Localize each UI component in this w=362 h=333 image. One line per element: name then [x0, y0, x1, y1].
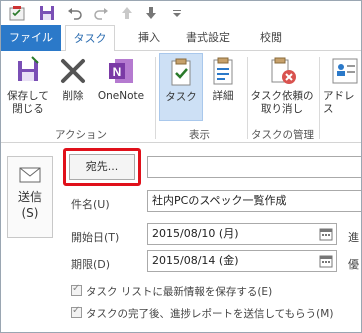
start-date-label: 開始日(T): [71, 231, 120, 244]
tab-file[interactable]: ファイル: [1, 25, 61, 51]
redo-icon[interactable]: [93, 5, 109, 21]
address-book-label: アドレス: [323, 90, 355, 115]
calendar-icon[interactable]: [319, 227, 333, 241]
tab-format[interactable]: 書式設定: [177, 25, 239, 51]
down-arrow-icon[interactable]: [143, 5, 159, 21]
delete-label: 削除: [62, 90, 84, 102]
checkbox-box[interactable]: [71, 305, 82, 318]
onenote-button[interactable]: N OneNote: [93, 55, 149, 103]
outlook-app-icon[interactable]: [9, 5, 25, 21]
tab-insert[interactable]: 挿入: [129, 25, 169, 51]
send-label: 送信: [17, 190, 42, 204]
onenote-label: OneNote: [97, 90, 145, 102]
send-button[interactable]: 送信 (S): [7, 156, 53, 238]
progress-label: 進: [348, 231, 359, 244]
delete-x-icon: [61, 59, 85, 83]
details-button[interactable]: 詳細: [205, 55, 241, 103]
save-close-icon: [18, 56, 39, 81]
ribbon: 保存して 閉じる 削除 N OneNote タスク 詳細 タスク依頼の 取り消し…: [1, 51, 361, 143]
keep-updated-checkbox[interactable]: タスク リストに最新情報を保存する(E): [71, 283, 273, 299]
task-view-button[interactable]: タスク: [159, 53, 203, 121]
group-label-view: 表示: [189, 129, 210, 141]
priority-label: 優: [348, 258, 359, 271]
save-close-label-2: 閉じる: [12, 103, 44, 115]
checkbox-box[interactable]: [71, 283, 82, 296]
cancel-assignment-icon: [271, 57, 296, 84]
status-report-checkbox[interactable]: タスクの完了後、進捗レポートを送信してもらう(M): [71, 305, 334, 321]
details-clipboard-icon: [213, 57, 233, 85]
details-label: 詳細: [212, 90, 234, 102]
save-close-label-1: 保存して: [7, 90, 49, 102]
quick-access-toolbar: [1, 1, 361, 25]
cancel-assignment-label-2: 取り消し: [261, 103, 303, 115]
group-separator: [319, 57, 320, 139]
send-shortcut-label: (S): [21, 206, 39, 220]
task-clipboard-icon: [171, 58, 191, 86]
svg-text:N: N: [113, 65, 122, 79]
outlook-task-window: ファイル タスク 挿入 書式設定 校閲 保存して 閉じる 削除 N OneNot…: [0, 0, 362, 333]
due-date-field[interactable]: 2015/08/14 (金): [147, 250, 337, 272]
undo-icon[interactable]: [67, 5, 83, 21]
task-form: 送信 (S) 宛先... 件名(U) 社内PCのスペック一覧作成 開始日(T) …: [1, 144, 361, 332]
group-label-manage: タスクの管理: [251, 129, 314, 141]
due-date-label: 期限(D): [71, 258, 111, 271]
to-field[interactable]: [147, 156, 361, 178]
save-and-close-button[interactable]: 保存して 閉じる: [5, 55, 51, 116]
to-button[interactable]: 宛先...: [69, 154, 135, 180]
start-date-field[interactable]: 2015/08/10 (月): [147, 223, 337, 245]
subject-field[interactable]: 社内PCのスペック一覧作成: [147, 190, 361, 212]
group-label-action: アクション: [55, 129, 107, 141]
delete-button[interactable]: 削除: [55, 55, 91, 103]
calendar-icon[interactable]: [319, 254, 333, 268]
cancel-assignment-label-1: タスク依頼の: [250, 90, 314, 102]
keep-updated-label: タスク リストに最新情報を保存する(E): [86, 286, 273, 298]
tab-task[interactable]: タスク: [65, 25, 115, 52]
group-separator: [247, 57, 248, 139]
cancel-assignment-button[interactable]: タスク依頼の 取り消し: [249, 55, 315, 116]
up-arrow-icon[interactable]: [119, 5, 135, 21]
address-book-icon: [332, 58, 358, 84]
group-separator: [155, 57, 156, 139]
task-view-label: タスク: [165, 91, 197, 103]
status-report-label: タスクの完了後、進捗レポートを送信してもらう(M): [86, 308, 334, 320]
tab-review[interactable]: 校閲: [251, 25, 291, 51]
save-icon[interactable]: [39, 5, 55, 21]
address-book-button[interactable]: アドレス: [323, 55, 361, 116]
envelope-icon: [19, 167, 41, 183]
ribbon-tab-bar: ファイル タスク 挿入 書式設定 校閲: [1, 25, 361, 52]
onenote-icon: N: [109, 59, 133, 83]
customize-qat-icon[interactable]: [169, 5, 185, 21]
subject-label: 件名(U): [71, 198, 110, 211]
